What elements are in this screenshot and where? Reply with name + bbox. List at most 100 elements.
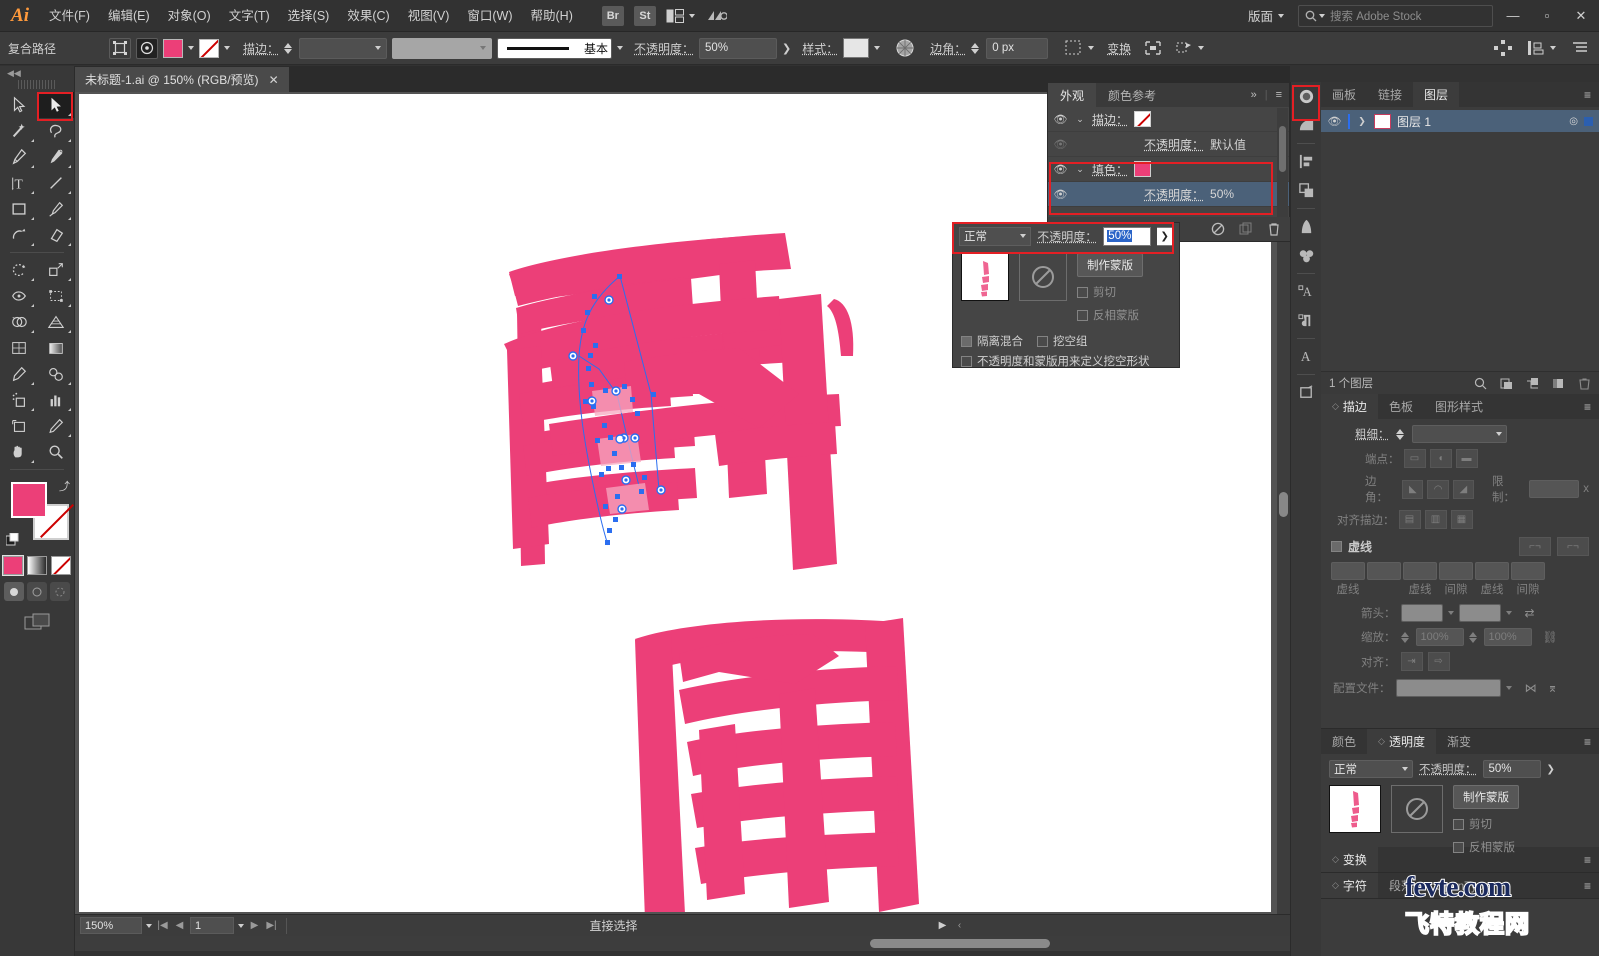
bridge-icon[interactable]: Br [601,5,624,26]
sync-settings-icon[interactable] [705,7,727,25]
opacity-flyout-arrow-icon[interactable]: ❯ [782,42,791,55]
stroke-weight-field[interactable] [299,37,388,59]
panel-collapse-icon[interactable]: ◇ [1332,401,1339,412]
flyout-opacity-slider-arrow[interactable]: ❯ [1157,226,1173,246]
layer-row[interactable]: 👁 ❯ 图层 1 ◎ [1321,110,1599,132]
tool-status-label[interactable]: 直接选择 [295,917,932,934]
make-clipping-mask-icon[interactable] [1500,377,1513,390]
panel-collapse-icon[interactable]: ◇ [1378,736,1385,747]
panel-clip-checkbox[interactable] [1453,818,1464,830]
layout-dropdown[interactable]: 版面 [1240,3,1292,28]
paragraph-styles-rail-icon[interactable] [1291,306,1321,335]
chevron-down-icon[interactable] [146,923,152,928]
panel-menu-icon[interactable] [1571,40,1589,56]
panel-menu-icon[interactable]: ≡ [1276,89,1282,101]
layer-name[interactable]: 图层 1 [1397,113,1431,130]
tab-color-guide[interactable]: 颜色参考 [1096,83,1168,107]
stroke-weight-input[interactable] [1411,425,1507,443]
window-close-button[interactable]: ✕ [1567,4,1595,28]
glyphs-rail-icon[interactable]: A [1291,342,1321,371]
stock-icon[interactable]: St [633,5,656,26]
opacity-mask-thumbnail[interactable] [1019,253,1067,301]
toolbar-drag-handle[interactable] [18,80,56,89]
mesh-tool[interactable] [0,335,37,361]
expand-panels-icon[interactable]: » [1251,89,1257,101]
panel-collapse-icon[interactable]: ◇ [1332,854,1339,865]
tab-transform[interactable]: ◇ 变换 [1321,847,1378,872]
visibility-eye-icon[interactable]: 👁 [1053,138,1068,151]
make-mask-button[interactable]: 制作蒙版 [1077,253,1143,277]
previous-artboard-icon[interactable]: ◀ [173,920,186,931]
tab-transparency[interactable]: ◇ 透明度 [1367,729,1436,754]
chevron-down-icon[interactable] [874,46,881,50]
pathfinder-rail-icon[interactable] [1291,176,1321,205]
recolor-artwork-icon[interactable] [895,38,915,58]
no-effect-icon[interactable] [1211,222,1225,236]
tab-layers[interactable]: 图层 [1413,82,1460,107]
tab-links[interactable]: 链接 [1367,82,1413,107]
selection-indicator[interactable] [1584,116,1593,126]
collapse-toolbar-button[interactable]: ◀◀ [0,66,74,80]
stroke-swatch[interactable] [1134,111,1152,127]
menu-effect[interactable]: 效果(C) [338,0,398,32]
panel-collapse-icon[interactable]: ◇ [1332,880,1339,891]
isolate-group-icon[interactable] [1144,40,1162,56]
opacity-field[interactable]: 50% [699,37,778,59]
scale-tool[interactable] [37,257,74,283]
brush-definition-field[interactable]: 基本 [497,37,613,59]
chevron-down-icon[interactable]: ⌄ [1074,114,1086,125]
stroke-weight-stepper[interactable] [1395,428,1404,440]
appearance-row-stroke[interactable]: 👁 ⌄ 描边： [1048,107,1289,132]
chevron-down-icon[interactable] [1198,46,1205,50]
select-similar-icon[interactable] [1065,40,1083,56]
status-resize-icon[interactable]: ‹ [953,920,966,931]
fill-color-swatch[interactable] [163,38,183,58]
clip-checkbox[interactable] [1077,286,1088,298]
stock-search-box[interactable]: 搜索 Adobe Stock [1298,4,1493,27]
chevron-down-icon[interactable] [1550,46,1556,50]
dashed-line-checkbox[interactable] [1331,541,1342,552]
invert-mask-checkbox[interactable] [1077,309,1088,321]
paintbrush-tool[interactable] [37,196,74,222]
draw-behind-button[interactable] [27,582,47,601]
curvature-tool[interactable] [37,144,74,170]
flyout-opacity-input[interactable]: 50% [1103,226,1152,246]
gradient-tool[interactable] [37,335,74,361]
document-tab[interactable]: 未标题-1.ai @ 150% (RGB/预览) ✕ [75,67,290,92]
visibility-eye-icon[interactable]: 👁 [1053,188,1068,201]
artboard-tool[interactable] [0,413,37,439]
panel-opacity-flyout-arrow-icon[interactable]: ❯ [1547,764,1555,775]
last-artboard-icon[interactable]: ▶| [265,920,278,931]
tab-appearance[interactable]: 外观 [1048,83,1097,107]
trash-icon[interactable] [1267,222,1281,236]
window-maximize-button[interactable]: ▫ [1533,4,1561,28]
search-input[interactable]: 搜索 Adobe Stock [1330,8,1421,24]
draw-normal-button[interactable] [4,582,24,601]
distribute-icon[interactable] [1527,40,1545,56]
gradient-mode-button[interactable] [27,556,47,575]
shape-builder-tool[interactable] [0,309,37,335]
blend-tool[interactable] [37,361,74,387]
panel-menu-icon[interactable]: ≡ [1584,879,1591,893]
lasso-tool[interactable] [37,118,74,144]
knockout-group-row[interactable]: 挖空组 [1037,333,1088,349]
tab-gradient[interactable]: 渐变 [1436,729,1482,754]
opacity-defines-knockout-row[interactable]: 不透明度和蒙版用来定义挖空形状 [961,353,1171,369]
tab-artboards[interactable]: 画板 [1321,82,1367,107]
zoom-tool[interactable] [37,439,74,465]
next-artboard-icon[interactable]: ▶ [248,920,261,931]
arrange-documents-button[interactable] [666,8,695,23]
menu-help[interactable]: 帮助(H) [522,0,582,32]
chevron-right-icon[interactable]: ❯ [1356,116,1368,127]
tab-swatches[interactable]: 色板 [1378,394,1424,419]
eyedropper-tool[interactable] [0,361,37,387]
edit-contents-icon[interactable] [1175,40,1193,56]
column-graph-tool[interactable] [37,387,74,413]
visibility-eye-icon[interactable]: 👁 [1053,113,1068,126]
tab-graphic-styles[interactable]: 图形样式 [1424,394,1494,419]
tab-paragraph[interactable]: 段落 [1378,873,1424,898]
stroke-color-swatch[interactable] [199,38,219,58]
direct-selection-tool[interactable] [37,92,74,118]
chevron-down-icon[interactable] [238,923,244,928]
panel-clip-row[interactable]: 剪切 [1453,816,1519,832]
